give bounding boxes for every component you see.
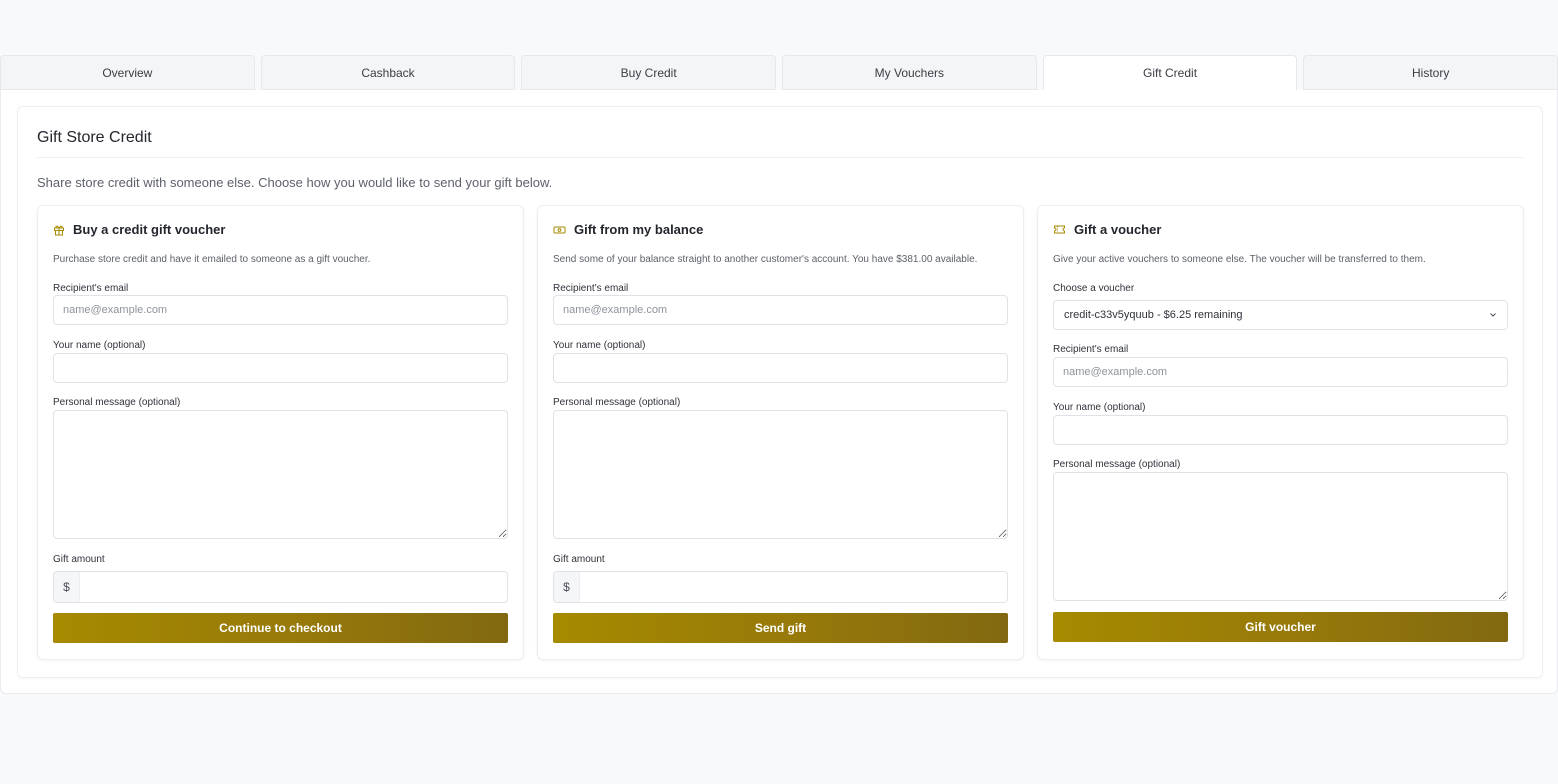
- personal-message-textarea[interactable]: [1053, 472, 1508, 601]
- tab-cashback[interactable]: Cashback: [260, 55, 516, 90]
- recipient-email-input[interactable]: [1053, 357, 1508, 387]
- send-gift-button[interactable]: Send gift: [553, 613, 1008, 643]
- gift-voucher-button[interactable]: Gift voucher: [1053, 612, 1508, 642]
- recipient-email-input[interactable]: [553, 295, 1008, 325]
- buy-voucher-section: Buy a credit gift voucher Purchase store…: [37, 205, 524, 660]
- section-heading: Gift a voucher: [1053, 222, 1161, 237]
- your-name-input[interactable]: [553, 353, 1008, 383]
- gift-voucher-section: Gift a voucher Give your active vouchers…: [1037, 205, 1524, 660]
- your-name-label: Your name (optional): [1053, 402, 1146, 413]
- choose-voucher-label: Choose a voucher: [1053, 283, 1135, 294]
- tab-buy-credit[interactable]: Buy Credit: [521, 55, 777, 90]
- gift-from-balance-section: Gift from my balance Send some of your b…: [537, 205, 1024, 660]
- recipient-email-label: Recipient's email: [53, 283, 129, 294]
- section-heading: Gift from my balance: [553, 222, 703, 237]
- page-title: Gift Store Credit: [37, 129, 152, 146]
- tab-gift-credit[interactable]: Gift Credit: [1042, 55, 1298, 90]
- your-name-label: Your name (optional): [553, 340, 646, 351]
- gift-amount-label: Gift amount: [53, 554, 105, 565]
- personal-message-label: Personal message (optional): [553, 397, 681, 408]
- intro-text: Share store credit with someone else. Ch…: [37, 175, 553, 190]
- currency-prefix: $: [554, 572, 580, 602]
- recipient-email-label: Recipient's email: [553, 283, 629, 294]
- chevron-down-icon: [1490, 313, 1496, 317]
- personal-message-textarea[interactable]: [53, 410, 508, 539]
- tab-bar: Overview Cashback Buy Credit My Vouchers…: [0, 55, 1558, 91]
- banknote-icon: [553, 226, 566, 233]
- recipient-email-label: Recipient's email: [1053, 344, 1129, 355]
- gift-amount-field[interactable]: $: [553, 571, 1008, 603]
- your-name-label: Your name (optional): [53, 340, 146, 351]
- gift-amount-label: Gift amount: [553, 554, 605, 565]
- section-title: Gift a voucher: [1074, 222, 1162, 237]
- tab-panel: Gift Store Credit Share store credit wit…: [0, 90, 1558, 694]
- ticket-icon: [1054, 225, 1065, 234]
- continue-to-checkout-button[interactable]: Continue to checkout: [53, 613, 508, 643]
- currency-prefix: $: [54, 572, 80, 602]
- your-name-input[interactable]: [1053, 415, 1508, 445]
- gift-credit-card: Gift Store Credit Share store credit wit…: [17, 106, 1543, 678]
- section-title: Buy a credit gift voucher: [73, 222, 226, 237]
- recipient-email-input[interactable]: [53, 295, 508, 325]
- divider: [37, 157, 1523, 158]
- tab-my-vouchers[interactable]: My Vouchers: [782, 55, 1037, 90]
- voucher-select[interactable]: credit-c33v5yquub - $6.25 remaining: [1053, 300, 1508, 330]
- section-description: Send some of your balance straight to an…: [553, 254, 978, 265]
- gift-icon: [54, 225, 64, 235]
- personal-message-label: Personal message (optional): [53, 397, 181, 408]
- personal-message-label: Personal message (optional): [1053, 459, 1181, 470]
- section-title: Gift from my balance: [574, 222, 704, 237]
- gift-amount-field[interactable]: $: [53, 571, 508, 603]
- gift-amount-input[interactable]: [580, 572, 1007, 602]
- your-name-input[interactable]: [53, 353, 508, 383]
- selected-voucher: credit-c33v5yquub - $6.25 remaining: [1064, 309, 1243, 321]
- section-heading: Buy a credit gift voucher: [53, 222, 225, 237]
- gift-amount-input[interactable]: [80, 572, 507, 602]
- personal-message-textarea[interactable]: [553, 410, 1008, 539]
- section-description: Give your active vouchers to someone els…: [1053, 254, 1426, 265]
- tab-overview[interactable]: Overview: [0, 55, 255, 90]
- section-description: Purchase store credit and have it emaile…: [53, 254, 371, 265]
- tab-history[interactable]: History: [1303, 55, 1558, 90]
